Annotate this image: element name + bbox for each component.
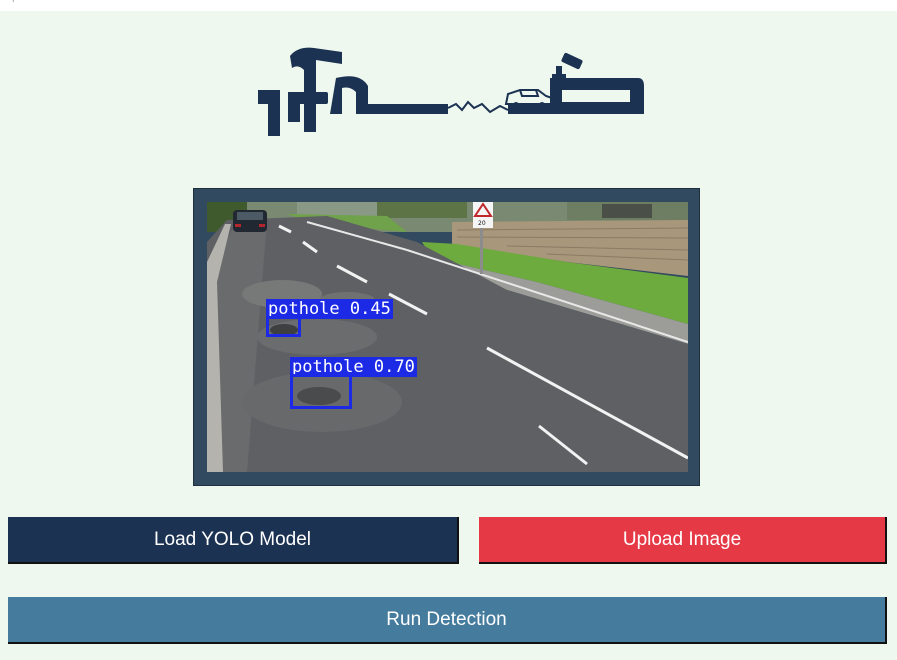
app-logo [258,47,644,136]
sign-text: 20 [478,220,486,227]
image-preview-frame: 20 pothole 0.45 pothole 0.70 [193,188,700,486]
window-corner-mark: ' [12,0,15,9]
load-model-button[interactable]: Load YOLO Model [8,517,459,564]
upload-image-button[interactable]: Upload Image [479,517,887,564]
road-photo: 20 pothole 0.45 pothole 0.70 [207,202,688,472]
run-detection-button[interactable]: Run Detection [8,597,887,644]
window-top-strip: ' [0,0,897,11]
detection-box [266,316,301,337]
detection-box [290,374,352,409]
road-scene: 20 [207,202,688,472]
